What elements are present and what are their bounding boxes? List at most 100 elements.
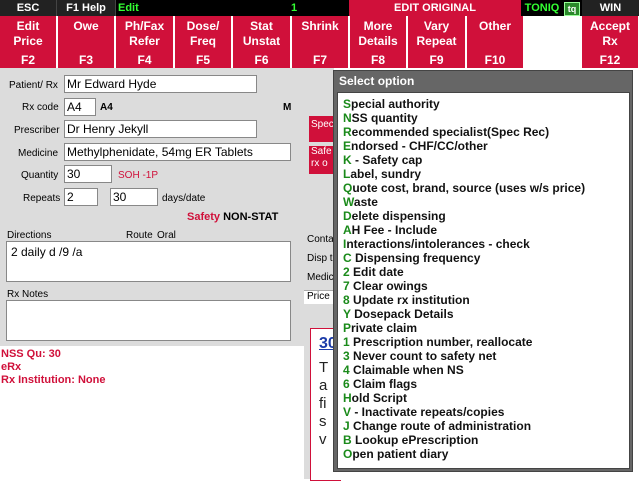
directions-field[interactable]: 2 daily d /9 /a: [6, 241, 291, 282]
rx-info-panel: NSS Qu: 30 eRx Rx Institution: None: [0, 348, 304, 479]
rxcode-flag: M: [283, 102, 292, 113]
option-special-authority[interactable]: Special authority: [343, 97, 440, 111]
fkey-dose-freq[interactable]: Dose/ Freq F5: [175, 16, 232, 68]
fkey-ph-fax-refer[interactable]: Ph/Fax Refer F4: [116, 16, 174, 68]
patient-field[interactable]: Mr Edward Hyde: [64, 75, 257, 93]
fkey-key: F4: [137, 53, 152, 67]
option-list: Special authority NSS quantity Recommend…: [337, 92, 630, 469]
fkey-edit-price[interactable]: Edit Price F2: [0, 16, 57, 68]
edit-original-button[interactable]: EDIT ORIGINAL: [349, 0, 521, 16]
fkey-key: F5: [195, 53, 210, 67]
prescription-form: Patient/ Rx Mr Edward Hyde Rx code A4 A4…: [0, 68, 304, 346]
rxcode-field[interactable]: A4: [64, 98, 96, 116]
spec-tag: Spec: [309, 116, 335, 142]
top-bar: ESC F1 Help Edit 1 EDIT ORIGINAL TONIQ t…: [0, 0, 639, 16]
option-interactions[interactable]: Interactions/intolerances - check: [343, 237, 530, 251]
dialog-title: Select option: [339, 74, 415, 88]
option-change-route[interactable]: J Change route of administration: [343, 419, 531, 433]
rxnotes-field[interactable]: [6, 300, 291, 341]
toniq-icon[interactable]: tq: [564, 2, 580, 16]
rxcode-display: A4: [100, 102, 113, 113]
option-private-claim[interactable]: Private claim: [343, 321, 417, 335]
fkey-stat-unstat[interactable]: Stat Unstat F6: [233, 16, 291, 68]
function-key-bar: Edit Price F2 Owe F3 Ph/Fax Refer F4 Dose/ …: [0, 16, 639, 68]
fkey-key: F10: [484, 53, 506, 67]
fkey-label: Owe: [73, 19, 99, 33]
option-safety-cap[interactable]: K - Safety cap: [343, 153, 422, 167]
repeats-label: Repeats: [23, 193, 61, 204]
quantity-field[interactable]: 30: [64, 165, 112, 183]
fkey-shrink[interactable]: Shrink F7: [292, 16, 349, 68]
esc-button[interactable]: ESC: [0, 0, 57, 16]
safety-indicator: Safety NON-STAT: [187, 211, 278, 223]
preview-text: Ta fi sv: [319, 359, 329, 448]
safety-tag-line1: Safe: [311, 146, 332, 157]
option-delete-dispensing[interactable]: Delete dispensing: [343, 209, 446, 223]
option-reallocate-number[interactable]: 1 Prescription number, reallocate: [343, 335, 532, 349]
fkey-label: Stat Unstat: [242, 19, 281, 48]
option-quote-cost[interactable]: Quote cost, brand, source (uses w/s pric…: [343, 181, 585, 195]
medic-label: Medic: [307, 272, 334, 283]
fkey-label: Edit Price: [13, 19, 43, 48]
prescriber-label: Prescriber: [14, 125, 60, 136]
option-dosepack-details[interactable]: Y Dosepack Details: [343, 307, 454, 321]
help-button[interactable]: F1 Help: [57, 0, 116, 16]
option-hold-script[interactable]: Hold Script: [343, 391, 407, 405]
fkey-key: F2: [20, 53, 35, 67]
win-button[interactable]: WIN: [582, 0, 639, 16]
option-never-count[interactable]: 3 Never count to safety net: [343, 349, 496, 363]
option-claimable-when-ns[interactable]: 4 Claimable when NS: [343, 363, 464, 377]
safety-tag-line2: rx o: [311, 158, 328, 169]
days-field[interactable]: 30: [110, 188, 158, 206]
option-edit-date[interactable]: 2 Edit date: [343, 265, 404, 279]
patient-label: Patient/ Rx: [9, 80, 58, 91]
fkey-key: F6: [254, 53, 269, 67]
safety-value: NON-STAT: [223, 211, 279, 223]
fkey-spacer: [525, 16, 581, 68]
repeats-field[interactable]: 2: [64, 188, 98, 206]
route-value: Oral: [157, 230, 176, 241]
fkey-label: Ph/Fax Refer: [124, 19, 165, 48]
medicine-label: Medicine: [18, 148, 59, 159]
fkey-vary-repeat[interactable]: Vary Repeat F9: [408, 16, 466, 68]
erx-indicator: eRx: [1, 361, 22, 373]
option-recommended-specialist[interactable]: Recommended specialist(Spec Rec): [343, 125, 549, 139]
fkey-more-details[interactable]: More Details F8: [350, 16, 407, 68]
option-open-diary[interactable]: Open patient diary: [343, 447, 448, 461]
quantity-label: Quantity: [21, 170, 59, 181]
soh-indicator: SOH -1P: [118, 170, 159, 181]
option-ah-fee[interactable]: AH Fee - Include: [343, 223, 437, 237]
rx-institution: Rx Institution: None: [1, 374, 106, 386]
option-inactivate-repeats[interactable]: V - Inactivate repeats/copies: [343, 405, 504, 419]
option-nss-quantity[interactable]: NSS quantity: [343, 111, 418, 125]
option-update-institution[interactable]: 8 Update rx institution: [343, 293, 470, 307]
fkey-owe[interactable]: Owe F3: [58, 16, 115, 68]
option-claim-flags[interactable]: 6 Claim flags: [343, 377, 417, 391]
fkey-key: F3: [78, 53, 93, 67]
fkey-other[interactable]: Other F10: [467, 16, 524, 68]
medicine-field[interactable]: Methylphenidate, 54mg ER Tablets: [64, 143, 291, 161]
option-label-sundry[interactable]: Label, sundry: [343, 167, 421, 181]
price-label: Price: [304, 290, 334, 304]
disp-label: Disp t: [307, 253, 333, 264]
prescriber-field[interactable]: Dr Henry Jekyll: [64, 120, 257, 138]
option-clear-owings[interactable]: 7 Clear owings: [343, 279, 428, 293]
option-lookup-eprescription[interactable]: B Lookup ePrescription: [343, 433, 478, 447]
fkey-key: F8: [370, 53, 385, 67]
option-dispensing-frequency[interactable]: C Dispensing frequency: [343, 251, 480, 265]
directions-label: Directions: [7, 230, 52, 241]
option-endorsed[interactable]: Endorsed - CHF/CC/other: [343, 139, 488, 153]
rxnotes-label: Rx Notes: [7, 289, 49, 300]
fkey-accept-rx[interactable]: Accept Rx F12: [582, 16, 639, 68]
count-indicator: 1: [290, 2, 298, 14]
mode-indicator: Edit: [118, 2, 139, 14]
safety-label: Safety: [187, 211, 221, 223]
toniq-icon-glyph: tq: [567, 4, 577, 14]
nss-quantity: NSS Qu: 30: [1, 348, 61, 360]
rxcode-label: Rx code: [22, 102, 59, 113]
fkey-label: Dose/ Freq: [186, 19, 220, 48]
fkey-label: Shrink: [301, 19, 339, 33]
option-waste[interactable]: Waste: [343, 195, 378, 209]
conta-label: Conta: [307, 234, 334, 245]
fkey-label: Other: [478, 19, 511, 33]
